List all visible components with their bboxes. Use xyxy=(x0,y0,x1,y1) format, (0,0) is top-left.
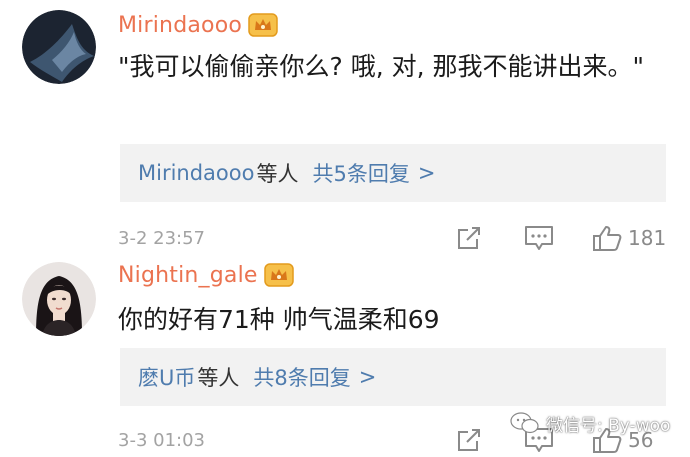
comment-icon xyxy=(525,226,553,250)
reply-suffix: 等人 xyxy=(256,162,299,186)
gold-crown-icon xyxy=(263,263,294,287)
share-button[interactable] xyxy=(454,425,484,455)
dark-circle-avatar-icon xyxy=(22,10,96,84)
gold-crown-icon xyxy=(248,13,278,37)
timestamp: 3-2 23:57 xyxy=(118,227,205,249)
username-row: Mirindaooo xyxy=(118,8,278,42)
share-button[interactable] xyxy=(454,223,484,253)
timestamp: 3-3 01:03 xyxy=(118,429,205,451)
reply-count[interactable]: 共5条回复 xyxy=(312,158,409,188)
share-edit-icon xyxy=(458,227,480,249)
comment-text: "我可以偷偷亲你么? 哦, 对, 那我不能讲出来。" xyxy=(118,52,645,81)
reply-summary[interactable]: Mirindaooo 等人 共5条回复 > xyxy=(120,144,666,202)
chevron-right-icon: > xyxy=(358,365,377,389)
comment-meta: 3-2 23:57 181 xyxy=(118,223,678,253)
photo-avatar-icon xyxy=(22,262,96,336)
avatar[interactable] xyxy=(22,262,96,336)
comment-text: 你的好有71种 帅气温柔和69 xyxy=(118,305,440,334)
watermark-text: 微信号: By-woo xyxy=(546,415,671,436)
share-edit-icon xyxy=(458,429,480,451)
wechat-bubble-icon xyxy=(510,412,539,434)
comment-item: Mirindaooo "我可以偷偷亲你么? 哦, 对, 那我不能讲出来。" Mi… xyxy=(0,0,690,252)
like-button[interactable]: 181 xyxy=(592,223,666,253)
comment-button[interactable] xyxy=(522,223,556,253)
like-count: 181 xyxy=(628,226,667,250)
reply-users[interactable]: Mirindaooo xyxy=(138,161,254,185)
reply-count[interactable]: 共8条回复 xyxy=(253,362,350,392)
username[interactable]: Mirindaooo xyxy=(118,13,242,38)
avatar[interactable] xyxy=(22,10,96,84)
thumbs-up-icon xyxy=(593,226,622,251)
username-row: Nightin_gale xyxy=(118,258,294,292)
username[interactable]: Nightin_gale xyxy=(118,263,258,288)
reply-users[interactable]: 麽U币 xyxy=(138,362,195,392)
reply-suffix: 等人 xyxy=(197,366,240,390)
reply-summary[interactable]: 麽U币 等人 共8条回复 > xyxy=(120,348,666,406)
watermark: 微信号: By-woo xyxy=(510,406,670,440)
chevron-right-icon: > xyxy=(417,161,436,185)
